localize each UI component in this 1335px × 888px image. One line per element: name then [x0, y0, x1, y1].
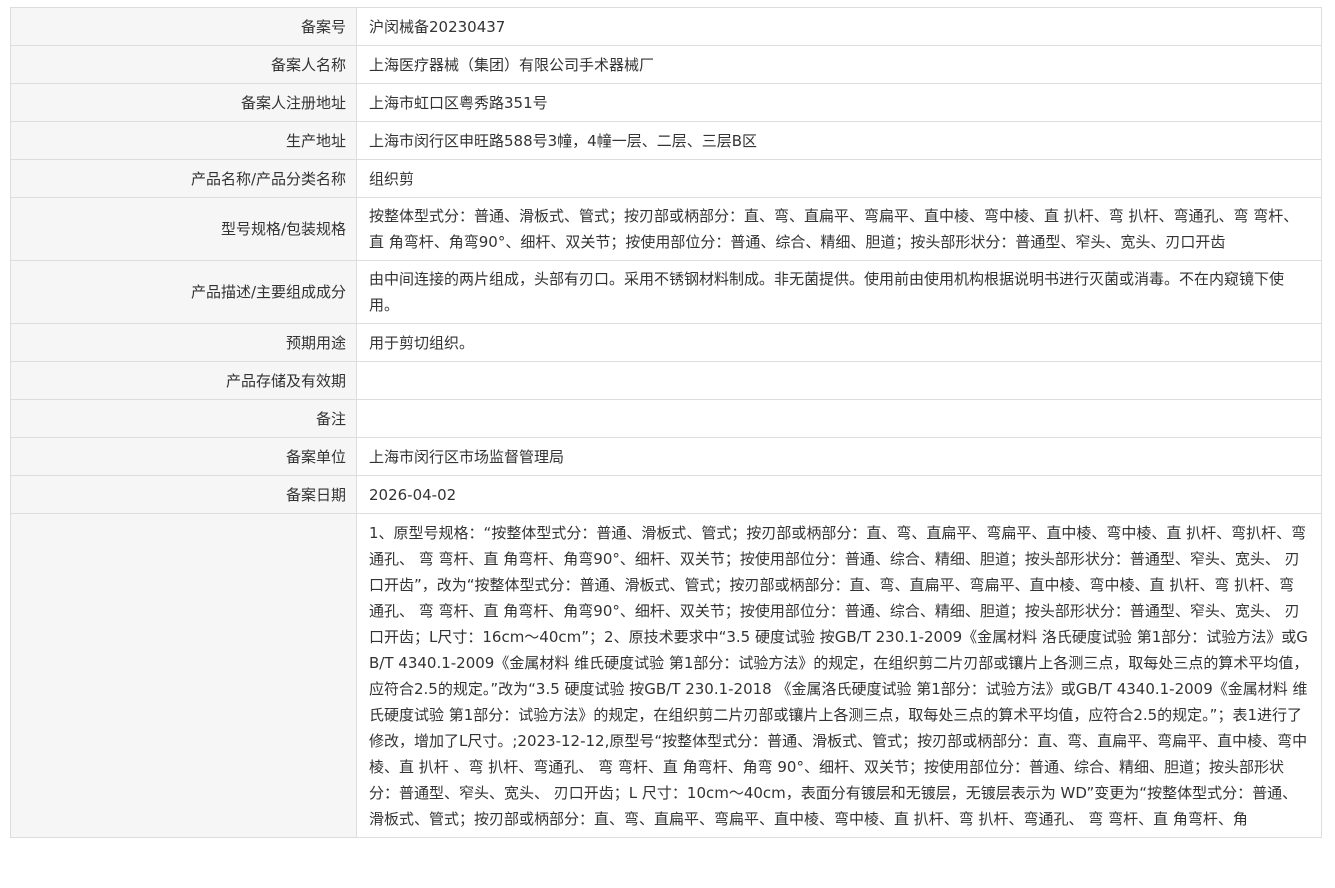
row-label: 产品名称/产品分类名称	[10, 159, 357, 198]
row-value: 2026-04-02	[356, 475, 1322, 514]
row-filing-authority: 备案单位 上海市闵行区市场监督管理局	[10, 437, 1322, 476]
row-value: 组织剪	[356, 159, 1322, 198]
row-value	[356, 361, 1322, 400]
record-detail: 备案号 沪闵械备20230437 备案人名称 上海医疗器械（集团）有限公司手术器…	[10, 7, 1322, 838]
row-registrant-name: 备案人名称 上海医疗器械（集团）有限公司手术器械厂	[10, 45, 1322, 84]
row-remarks: 备注	[10, 399, 1322, 438]
row-production-address: 生产地址 上海市闵行区申旺路588号3幢，4幢一层、二层、三层B区	[10, 121, 1322, 160]
record-table: 备案号 沪闵械备20230437 备案人名称 上海医疗器械（集团）有限公司手术器…	[10, 7, 1322, 838]
row-model-spec: 型号规格/包装规格 按整体型式分：普通、滑板式、管式；按刃部或柄部分：直、弯、直…	[10, 197, 1322, 261]
row-value	[356, 399, 1322, 438]
row-label: 备案号	[10, 7, 357, 46]
change-history-text: 1、原型号规格：“按整体型式分：普通、滑板式、管式；按刃部或柄部分：直、弯、直扁…	[356, 513, 1322, 838]
row-label: 备案日期	[10, 475, 357, 514]
row-label: 产品存储及有效期	[10, 361, 357, 400]
row-intended-use: 预期用途 用于剪切组织。	[10, 323, 1322, 362]
row-label: 备案单位	[10, 437, 357, 476]
row-value: 按整体型式分：普通、滑板式、管式；按刃部或柄部分：直、弯、直扁平、弯扁平、直中棱…	[356, 197, 1322, 261]
row-value: 上海市闵行区申旺路588号3幢，4幢一层、二层、三层B区	[356, 121, 1322, 160]
row-record-number: 备案号 沪闵械备20230437	[10, 7, 1322, 46]
row-label: 预期用途	[10, 323, 357, 362]
row-filing-date: 备案日期 2026-04-02	[10, 475, 1322, 514]
row-storage-validity: 产品存储及有效期	[10, 361, 1322, 400]
row-label: 生产地址	[10, 121, 357, 160]
row-label: 型号规格/包装规格	[10, 197, 357, 261]
row-label: 备注	[10, 399, 357, 438]
row-value: 用于剪切组织。	[356, 323, 1322, 362]
row-value: 沪闵械备20230437	[356, 7, 1322, 46]
row-product-description: 产品描述/主要组成成分 由中间连接的两片组成，头部有刃口。采用不锈钢材料制成。非…	[10, 260, 1322, 324]
row-change-history: 1、原型号规格：“按整体型式分：普通、滑板式、管式；按刃部或柄部分：直、弯、直扁…	[10, 513, 1322, 838]
row-label	[10, 513, 357, 838]
row-value: 上海市闵行区市场监督管理局	[356, 437, 1322, 476]
row-product-name: 产品名称/产品分类名称 组织剪	[10, 159, 1322, 198]
row-label: 产品描述/主要组成成分	[10, 260, 357, 324]
row-value: 由中间连接的两片组成，头部有刃口。采用不锈钢材料制成。非无菌提供。使用前由使用机…	[356, 260, 1322, 324]
row-value: 上海医疗器械（集团）有限公司手术器械厂	[356, 45, 1322, 84]
row-label: 备案人名称	[10, 45, 357, 84]
row-registrant-address: 备案人注册地址 上海市虹口区粤秀路351号	[10, 83, 1322, 122]
row-label: 备案人注册地址	[10, 83, 357, 122]
row-value: 上海市虹口区粤秀路351号	[356, 83, 1322, 122]
